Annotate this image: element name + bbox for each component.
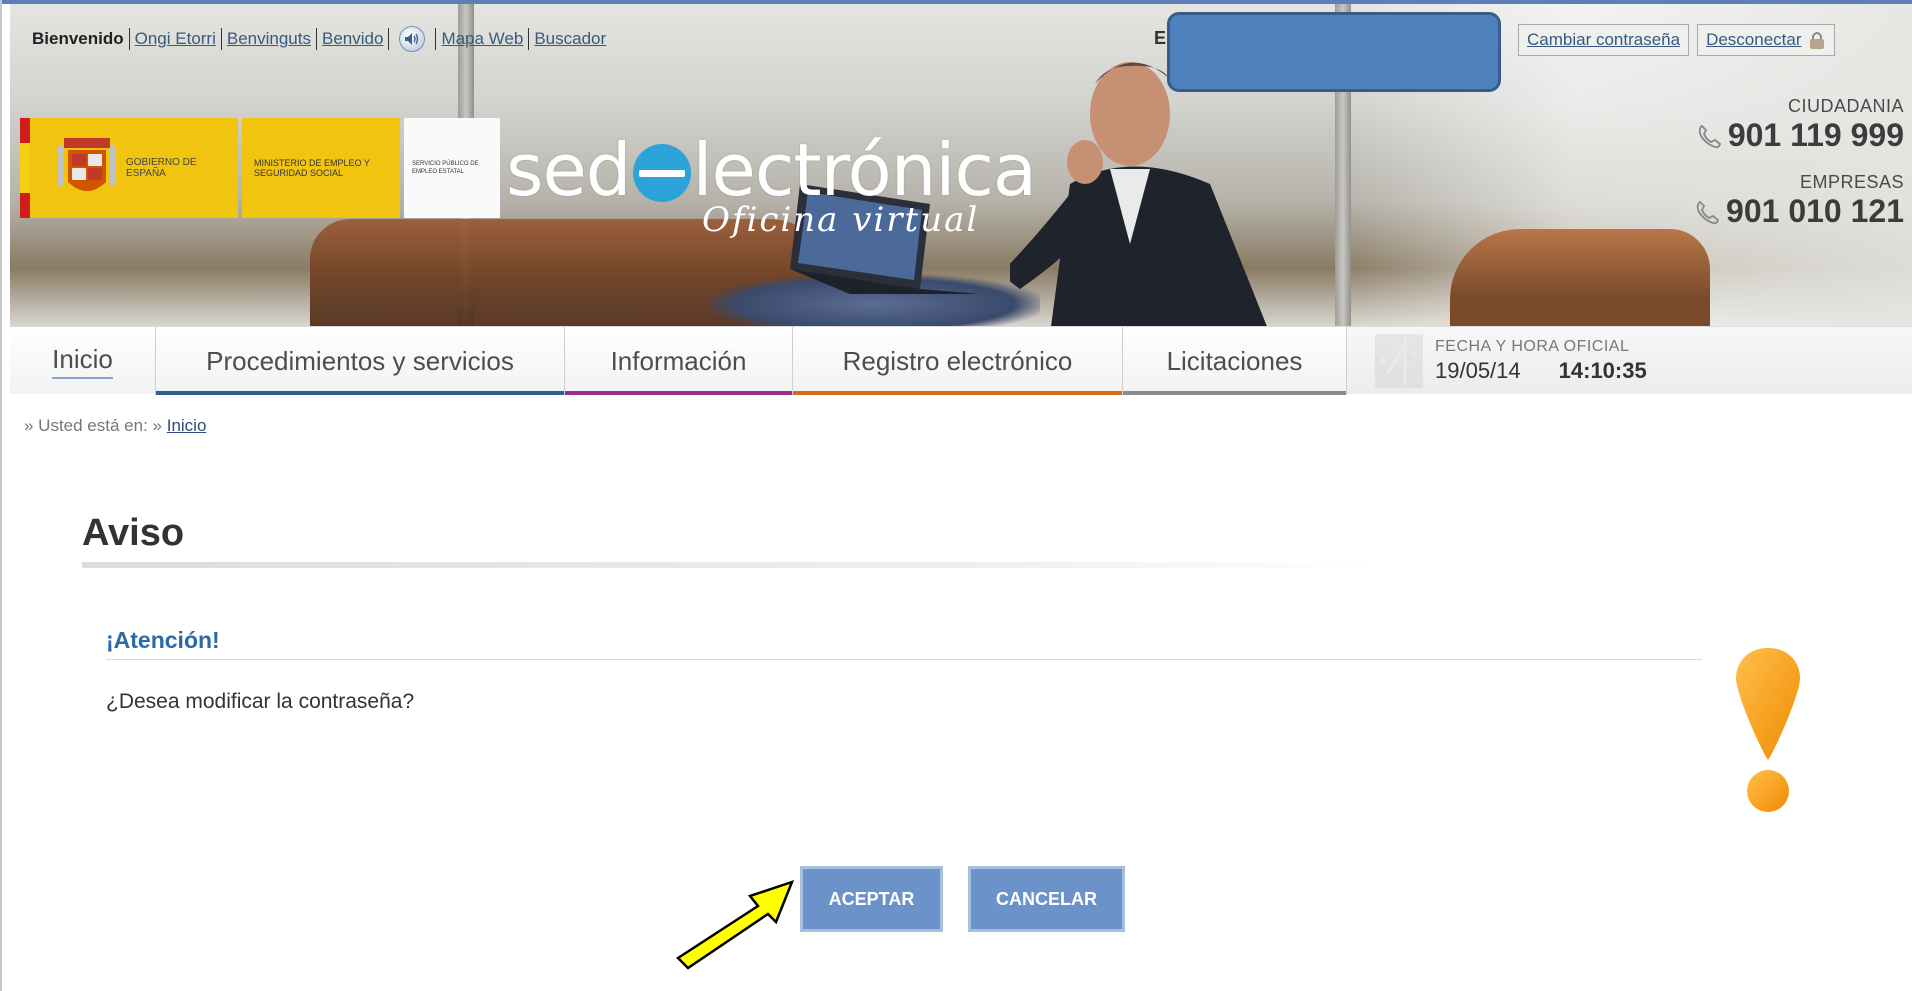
lang-link-euskera[interactable]: Ongi Etorri [135, 29, 216, 49]
lock-icon [1809, 32, 1824, 49]
sitemap-link[interactable]: Mapa Web [441, 29, 523, 49]
clock-values: 19/05/14 14:10:35 [1435, 358, 1647, 384]
companies-label: EMPRESAS [1799, 172, 1904, 192]
account-links: Cambiar contraseña Desconectar [1518, 24, 1835, 56]
confirm-question: ¿Desea modificar la contraseña? [106, 690, 415, 713]
pointer-arrow-icon [676, 879, 795, 970]
lang-link-galego[interactable]: Benvido [322, 29, 383, 49]
tab-label: Registro electrónico [842, 345, 1073, 376]
page-title: Aviso [82, 512, 185, 554]
companies-phone: 901 010 121 [1694, 193, 1904, 230]
user-name-initial: E [1154, 28, 1167, 48]
breadcrumb-prefix: » Usted está en: » [24, 416, 162, 435]
attention-heading: ¡Atención! [106, 627, 220, 653]
divider [435, 28, 437, 50]
clock-info: FECHA Y HORA OFICIAL 19/05/14 14:10:35 [1435, 338, 1647, 384]
sepe-logo: SERVICIO PÚBLICO DE EMPLEO ESTATAL [404, 118, 500, 218]
logout-label: Desconectar [1706, 30, 1802, 49]
phone-icon [1696, 200, 1720, 224]
coat-of-arms-icon [58, 138, 116, 191]
ministerio-text: MINISTERIO DE EMPLEO Y SEGURIDAD SOCIAL [254, 158, 370, 178]
clock-sparkle-icon [1375, 333, 1423, 388]
phone-icon [1698, 124, 1721, 148]
citizens-label: CIUDADANIA [1787, 96, 1904, 116]
page: Bienvenido Ongi Etorri Benvinguts Benvid… [0, 0, 1912, 991]
contact-phones: CIUDADANIA 901 119 999 EMPRESAS 901 010 … [1694, 96, 1904, 230]
search-link[interactable]: Buscador [534, 29, 606, 49]
clock-label: FECHA Y HORA OFICIAL [1435, 337, 1630, 355]
official-clock: FECHA Y HORA OFICIAL 19/05/14 14:10:35 [1347, 327, 1912, 394]
breadcrumb-link-inicio[interactable]: Inicio [167, 416, 207, 435]
brand-e-icon [632, 144, 691, 202]
companies-number: 901 010 121 [1726, 193, 1904, 229]
tab-label: Procedimientos y servicios [206, 345, 514, 376]
tab-informacion[interactable]: Información [565, 327, 793, 395]
divider [388, 28, 390, 50]
change-password-label: Cambiar contraseña [1527, 30, 1681, 49]
banner-sofa [1450, 229, 1710, 326]
tab-label: Inicio [52, 344, 113, 379]
exclamation-warning-icon [1736, 648, 1800, 812]
citizens-phone: 901 119 999 [1694, 117, 1904, 154]
welcome-text: Bienvenido [32, 29, 124, 48]
official-time: 14:10:35 [1558, 357, 1647, 383]
speaker-icon[interactable] [399, 26, 426, 52]
divider [128, 28, 130, 50]
gobierno-logo: GOBIERNO DE ESPAÑA [20, 118, 238, 218]
brand-tagline: Oficina virtual [702, 200, 980, 240]
attention-divider [106, 659, 1702, 660]
tab-registro[interactable]: Registro electrónico [793, 327, 1123, 395]
top-link-bar: Bienvenido Ongi Etorri Benvinguts Benvid… [32, 26, 606, 52]
tab-label: Licitaciones [1166, 345, 1303, 376]
cancel-button[interactable]: CANCELAR [968, 866, 1125, 932]
logout-link[interactable]: Desconectar [1697, 24, 1835, 56]
brand-part-1: sed [506, 128, 632, 212]
redacted-user-name [1167, 12, 1501, 92]
main-nav: Inicio Procedimientos y servicios Inform… [10, 326, 1912, 395]
official-date: 19/05/14 [1435, 357, 1521, 383]
sepe-text: SERVICIO PÚBLICO DE EMPLEO ESTATAL [412, 161, 479, 175]
tab-licitaciones[interactable]: Licitaciones [1123, 327, 1347, 395]
tab-inicio[interactable]: Inicio [10, 327, 156, 395]
government-logos: GOBIERNO DE ESPAÑA MINISTERIO DE EMPLEO … [20, 118, 500, 218]
lang-link-catalan[interactable]: Benvinguts [227, 29, 311, 49]
title-underline [82, 562, 1372, 568]
ministerio-logo: MINISTERIO DE EMPLEO Y SEGURIDAD SOCIAL [242, 118, 400, 218]
tab-procedimientos[interactable]: Procedimientos y servicios [156, 327, 565, 395]
tab-label: Información [610, 345, 747, 376]
change-password-link[interactable]: Cambiar contraseña [1518, 24, 1690, 56]
divider [528, 28, 530, 50]
citizens-number: 901 119 999 [1727, 117, 1904, 153]
gobierno-text: GOBIERNO DE ESPAÑA [126, 157, 197, 179]
accept-button[interactable]: ACEPTAR [800, 866, 943, 932]
divider [316, 28, 317, 50]
breadcrumb: » Usted está en: » Inicio [24, 416, 206, 436]
divider [220, 28, 222, 50]
